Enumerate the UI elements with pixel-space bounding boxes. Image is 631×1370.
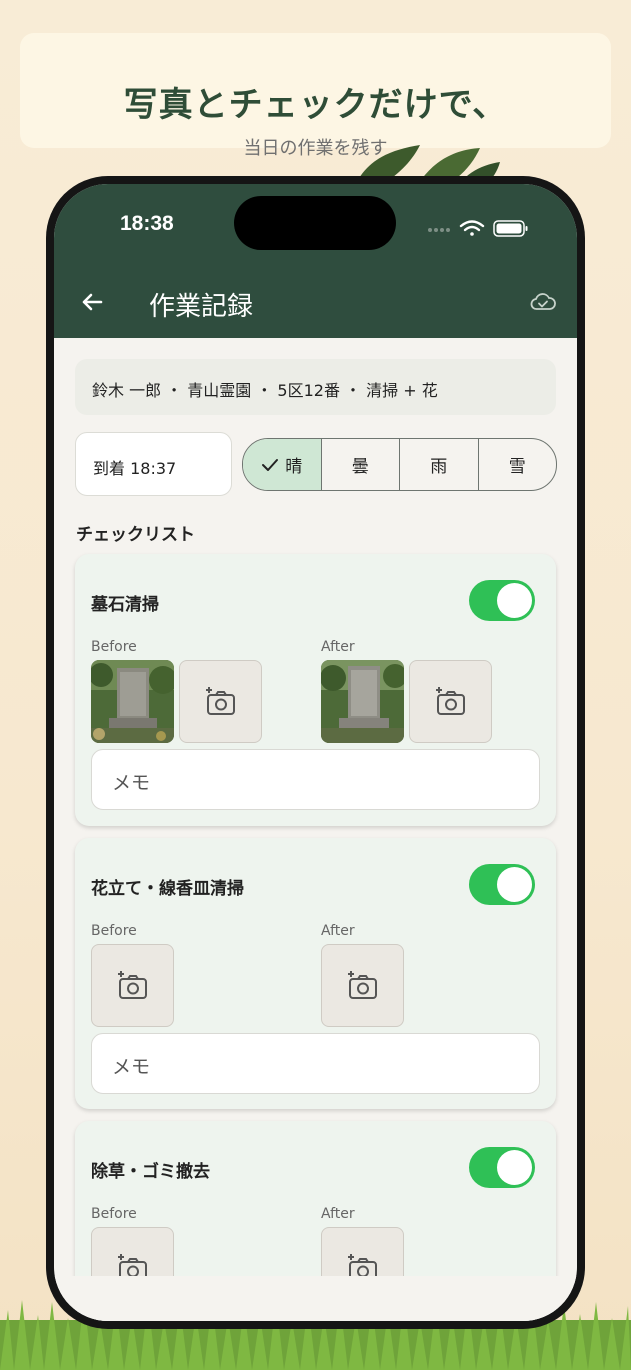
status-time: 18:38 <box>120 212 174 235</box>
weather-segmented-control: 晴 曇 雨 雪 <box>242 438 557 491</box>
add-photo-icon <box>348 971 377 999</box>
battery-icon <box>493 220 528 237</box>
add-before-photo-button[interactable] <box>179 660 262 743</box>
checklist-item-toggle[interactable] <box>469 864 535 905</box>
page-title: 作業記録 <box>149 292 254 322</box>
app-bar: 18:38 作業記録 <box>54 184 577 338</box>
phone-frame: 18:38 作業記録 鈴木 一郎 ・ 青山霊園 ・ 5区12番 ・ 清掃 + 花… <box>46 176 585 1329</box>
add-after-photo-button[interactable] <box>409 660 492 743</box>
add-photo-icon <box>118 971 147 999</box>
memo-placeholder: メモ <box>112 1056 151 1078</box>
toggle-knob <box>497 583 532 618</box>
weather-option-snow[interactable]: 雪 <box>477 439 557 490</box>
memo-field[interactable]: メモ <box>91 749 540 810</box>
weather-option-label: 曇 <box>351 457 369 477</box>
before-label: Before <box>91 1206 137 1222</box>
status-icons <box>428 220 528 237</box>
weather-option-cloudy[interactable]: 曇 <box>320 439 400 490</box>
before-label: Before <box>91 923 137 939</box>
weather-option-sunny[interactable]: 晴 <box>243 439 321 490</box>
checklist-item-title: 花立て・線香皿清掃 <box>91 879 244 899</box>
checklist-card: 花立て・線香皿清掃 Before After メモ <box>75 838 556 1109</box>
after-label: After <box>321 923 355 939</box>
add-photo-icon <box>436 687 465 715</box>
arrival-time-field[interactable]: 到着 18:37 <box>75 432 232 496</box>
arrow-left-icon[interactable] <box>80 290 104 314</box>
before-photo-thumbnail[interactable] <box>91 660 174 743</box>
toggle-knob <box>497 867 532 902</box>
home-indicator-area <box>54 1276 577 1321</box>
check-icon <box>262 458 279 471</box>
checklist-item-title: 除草・ゴミ撤去 <box>91 1162 210 1182</box>
signal-dots-icon <box>428 228 450 232</box>
weather-option-rain[interactable]: 雨 <box>399 439 478 490</box>
after-photo-thumbnail[interactable] <box>321 660 404 743</box>
add-before-photo-button[interactable] <box>91 944 174 1027</box>
job-info-bar: 鈴木 一郎 ・ 青山霊園 ・ 5区12番 ・ 清掃 + 花 <box>75 359 556 415</box>
promo-headline: 写真とチェックだけで、 <box>123 85 508 125</box>
cloud-check-icon[interactable] <box>530 292 556 312</box>
checklist-item-toggle[interactable] <box>469 580 535 621</box>
app-screen: 18:38 作業記録 鈴木 一郎 ・ 青山霊園 ・ 5区12番 ・ 清掃 + 花… <box>54 184 577 1321</box>
checklist-item-toggle[interactable] <box>469 1147 535 1188</box>
add-after-photo-button[interactable] <box>321 944 404 1027</box>
wifi-icon <box>459 220 485 236</box>
weather-option-label: 雨 <box>430 457 448 477</box>
before-label: Before <box>91 639 137 655</box>
memo-field[interactable]: メモ <box>91 1033 540 1094</box>
toggle-knob <box>497 1150 532 1185</box>
gravestone-photo-icon <box>321 660 404 743</box>
promo-banner: 写真とチェックだけで、 当日の作業を残す <box>20 33 611 159</box>
checklist-heading: チェックリスト <box>76 525 195 545</box>
weather-option-label: 雪 <box>508 457 526 477</box>
add-photo-icon <box>206 687 235 715</box>
gravestone-photo-icon <box>91 660 174 743</box>
dynamic-island <box>234 196 396 250</box>
checklist-card: 墓石清掃 Before After メモ <box>75 554 556 826</box>
arrival-time-text: 到着 18:37 <box>93 459 177 478</box>
weather-option-label: 晴 <box>285 457 303 477</box>
memo-placeholder: メモ <box>112 772 151 794</box>
promo-subheadline: 当日の作業を残す <box>243 138 388 159</box>
checklist-item-title: 墓石清掃 <box>91 595 159 615</box>
after-label: After <box>321 639 355 655</box>
after-label: After <box>321 1206 355 1222</box>
job-info-text: 鈴木 一郎 ・ 青山霊園 ・ 5区12番 ・ 清掃 + 花 <box>92 381 438 400</box>
